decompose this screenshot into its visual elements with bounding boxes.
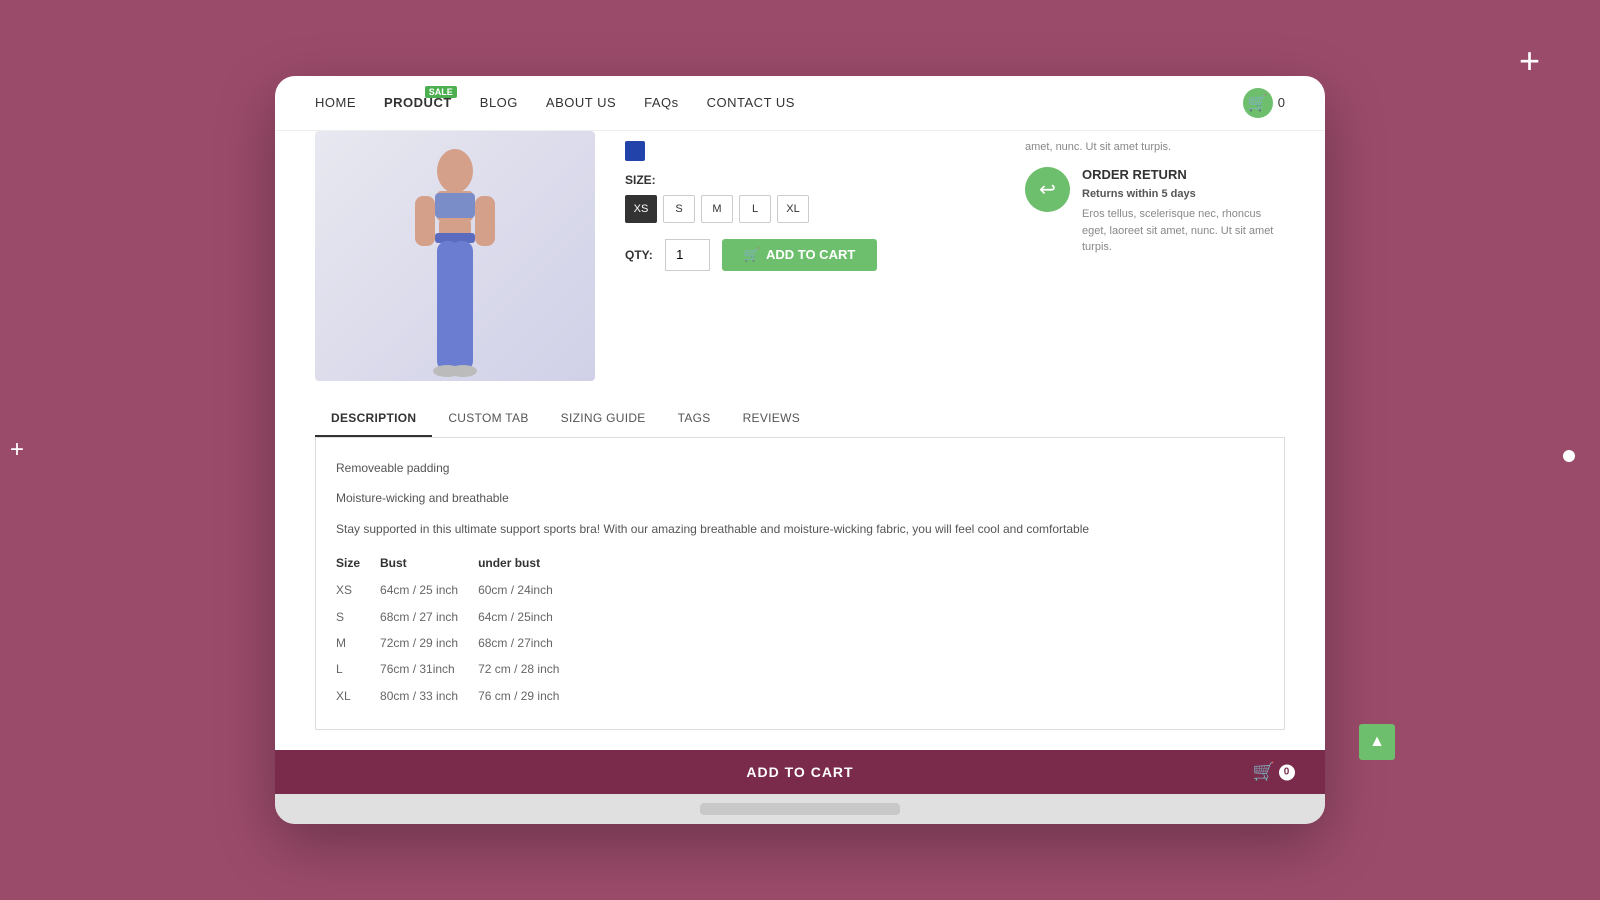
nav-links: HOME PRODUCT SALE BLOG ABOUT US FAQs CON… [315, 94, 1243, 112]
table-row: XL80cm / 33 inch76 cm / 29 inch [336, 683, 579, 709]
navbar: HOME PRODUCT SALE BLOG ABOUT US FAQs CON… [275, 76, 1325, 131]
desc-line-1: Removeable padding [336, 458, 1264, 478]
main-content: SIZE: XS S M L XL QTY: 🛒 ADD TO CART [275, 131, 1325, 401]
product-image-area [315, 131, 595, 381]
cart-icon: 🛒 [1243, 88, 1273, 118]
cart-icon-btn: 🛒 [744, 247, 760, 263]
sidebar-top-text: amet, nunc. Ut sit amet turpis. [1025, 141, 1285, 153]
plus-icon-left: + [10, 436, 24, 464]
tab-reviews[interactable]: REVIEWS [727, 401, 816, 437]
col-underbust: under bust [478, 549, 579, 577]
laptop-frame: HOME PRODUCT SALE BLOG ABOUT US FAQs CON… [275, 76, 1325, 825]
nav-contact[interactable]: CONTACT US [707, 95, 795, 110]
return-description: Eros tellus, scelerisque nec, rhoncus eg… [1082, 206, 1285, 256]
col-size: Size [336, 549, 380, 577]
nav-faqs[interactable]: FAQs [644, 95, 679, 110]
scroll-to-top-button[interactable]: ▲ [1359, 724, 1395, 760]
sticky-cart-bar[interactable]: ADD TO CART 🛒 0 [275, 750, 1325, 794]
qty-input[interactable] [665, 239, 710, 271]
col-bust: Bust [380, 549, 478, 577]
nav-about[interactable]: ABOUT US [546, 95, 616, 110]
sticky-cart-icon-area: 🛒 0 [1253, 762, 1295, 783]
size-m[interactable]: M [701, 195, 733, 223]
tab-tags[interactable]: TAGS [662, 401, 727, 437]
table-row: S68cm / 27 inch64cm / 25inch [336, 604, 579, 630]
qty-label: QTY: [625, 248, 653, 262]
mini-cart-icon: 🛒 [1253, 762, 1276, 783]
sticky-cart-label: ADD TO CART [746, 764, 853, 780]
nav-product-wrap: PRODUCT SALE [384, 94, 452, 112]
size-label: SIZE: [625, 173, 995, 187]
color-swatch-row [625, 141, 995, 161]
laptop-trackpad [700, 803, 900, 815]
plus-icon-top-right: + [1519, 40, 1540, 82]
sale-badge: SALE [425, 86, 457, 98]
return-title: ORDER RETURN [1082, 167, 1285, 182]
product-figure-svg [385, 141, 525, 381]
dot-right [1563, 450, 1575, 462]
size-s[interactable]: S [663, 195, 695, 223]
add-to-cart-button[interactable]: 🛒 ADD TO CART [722, 239, 878, 271]
nav-home[interactable]: HOME [315, 95, 356, 110]
mini-cart-badge: 0 [1279, 764, 1295, 780]
order-return-sidebar: amet, nunc. Ut sit amet turpis. ↩ ORDER … [1025, 131, 1285, 381]
cart-count: 0 [1278, 95, 1285, 110]
table-row: XS64cm / 25 inch60cm / 24inch [336, 577, 579, 603]
cart-area[interactable]: 🛒 0 [1243, 88, 1285, 118]
color-swatch-blue[interactable] [625, 141, 645, 161]
tab-description[interactable]: DESCRIPTION [315, 401, 432, 437]
tab-custom[interactable]: CUSTOM TAB [432, 401, 544, 437]
return-subtitle: Returns within 5 days [1082, 186, 1285, 203]
size-options: XS S M L XL [625, 195, 995, 223]
return-text: ORDER RETURN Returns within 5 days Eros … [1082, 167, 1285, 256]
size-l[interactable]: L [739, 195, 771, 223]
desc-line-2: Moisture-wicking and breathable [336, 488, 1264, 508]
order-return-box: ↩ ORDER RETURN Returns within 5 days Ero… [1025, 167, 1285, 256]
nav-blog[interactable]: BLOG [480, 95, 518, 110]
desc-line-3: Stay supported in this ultimate support … [336, 519, 1264, 539]
tabs-section: DESCRIPTION CUSTOM TAB SIZING GUIDE TAGS… [275, 401, 1325, 731]
size-table: Size Bust under bust XS64cm / 25 inch60c… [336, 549, 579, 709]
size-xl[interactable]: XL [777, 195, 809, 223]
product-image [315, 131, 595, 381]
product-details: SIZE: XS S M L XL QTY: 🛒 ADD TO CART [625, 131, 995, 381]
tab-sizing[interactable]: SIZING GUIDE [545, 401, 662, 437]
table-row: L76cm / 31inch72 cm / 28 inch [336, 656, 579, 682]
table-row: M72cm / 29 inch68cm / 27inch [336, 630, 579, 656]
size-xs[interactable]: XS [625, 195, 657, 223]
add-to-cart-label: ADD TO CART [766, 247, 855, 262]
qty-cart-row: QTY: 🛒 ADD TO CART [625, 239, 995, 271]
tab-nav: DESCRIPTION CUSTOM TAB SIZING GUIDE TAGS… [315, 401, 1285, 438]
tab-content: Removeable padding Moisture-wicking and … [315, 438, 1285, 731]
return-icon: ↩ [1025, 167, 1070, 212]
laptop-bottom [275, 794, 1325, 824]
